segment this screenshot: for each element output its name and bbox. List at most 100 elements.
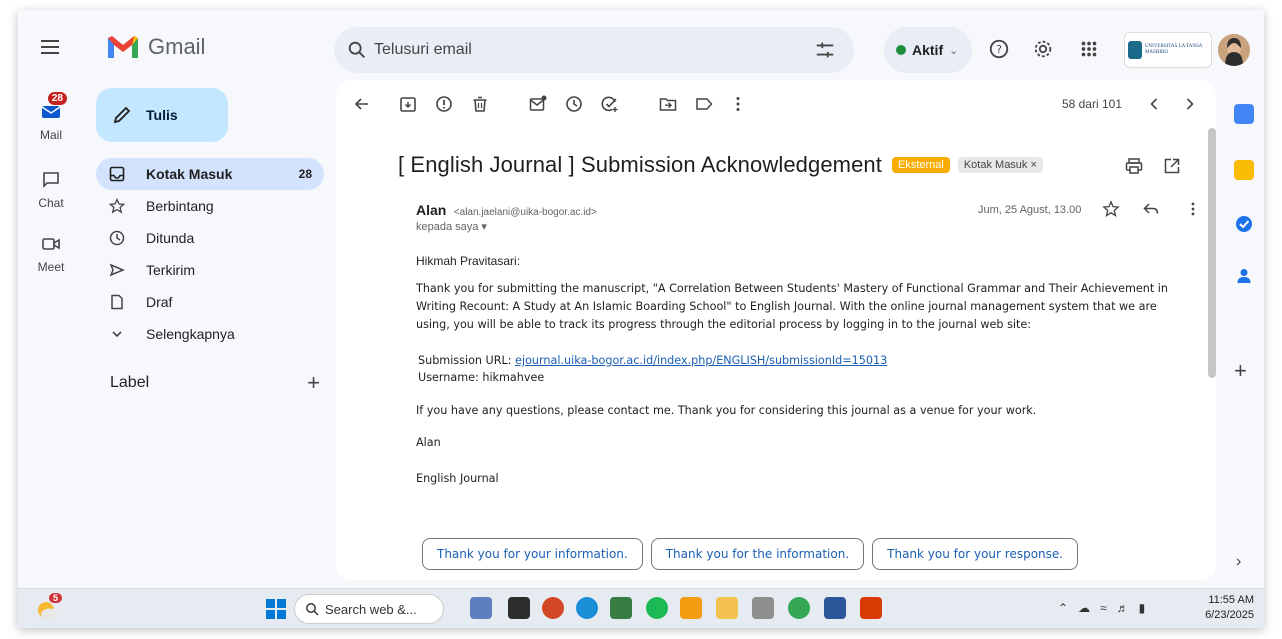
message-more-icon[interactable]: [1184, 200, 1202, 218]
sidebar-item-inbox[interactable]: Kotak Masuk 28: [96, 158, 324, 190]
email-paragraph: If you have any questions, please contac…: [416, 404, 1037, 417]
email-date: Jum, 25 Agust, 13.00: [978, 204, 1082, 216]
rail-chat[interactable]: Chat: [18, 166, 84, 210]
previous-message-icon[interactable]: [1144, 94, 1164, 114]
rail-meet[interactable]: Meet: [18, 230, 84, 274]
sidebar-item-label: Ditunda: [146, 230, 195, 246]
battery-icon[interactable]: ▮: [1139, 601, 1146, 615]
profile-avatar[interactable]: [1218, 34, 1250, 66]
sender-email: <alan.jaelani@uika-bogor.ac.id>: [453, 207, 597, 218]
chevron-up-icon[interactable]: ⌃: [1058, 601, 1068, 615]
next-message-icon[interactable]: [1180, 94, 1200, 114]
pdf-reader-icon[interactable]: [860, 597, 882, 619]
sidebar-item-starred[interactable]: Berbintang: [96, 190, 324, 222]
sidebar-item-label: Kotak Masuk: [146, 166, 233, 182]
outlook-icon[interactable]: [680, 597, 702, 619]
taskbar-search[interactable]: Search web &...: [294, 594, 444, 624]
apps-grid-icon[interactable]: [1078, 38, 1100, 60]
edge-browser-icon[interactable]: [576, 597, 598, 619]
add-label-button[interactable]: +: [307, 370, 320, 396]
volume-icon[interactable]: ♬: [1117, 601, 1129, 615]
submission-url-label: Submission URL:: [418, 354, 512, 367]
mail-icon-wrap: 28: [33, 92, 69, 126]
sidebar-item-sent[interactable]: Terkirim: [96, 254, 324, 286]
more-options-icon[interactable]: [728, 94, 748, 114]
clock-icon: [108, 229, 126, 247]
rail-chat-label: Chat: [38, 196, 64, 210]
rail-mail-label: Mail: [39, 128, 62, 142]
submission-details: Submission URL: ejournal.uika-bogor.ac.i…: [416, 352, 887, 386]
system-tray: ⌃ ☁ ≈ ♬ ▮: [1058, 601, 1145, 615]
add-addon-icon[interactable]: +: [1234, 358, 1247, 384]
rail-meet-label: Meet: [37, 260, 65, 274]
word-icon[interactable]: [824, 597, 846, 619]
main-menu-icon[interactable]: [38, 36, 62, 60]
search-icon[interactable]: [346, 39, 368, 61]
smart-reply-button[interactable]: Thank you for the information.: [650, 538, 865, 570]
search-options-icon[interactable]: [814, 39, 836, 61]
top-bar: Gmail Aktif ⌄ ? UNIVERSITAS LA TANSA MAS…: [18, 10, 1264, 88]
print-icon[interactable]: [1124, 156, 1144, 176]
windows-start-icon[interactable]: [266, 599, 286, 619]
snooze-clock-icon[interactable]: [564, 94, 584, 114]
open-new-window-icon[interactable]: [1162, 156, 1182, 176]
compose-label: Tulis: [146, 107, 178, 123]
email-subject: [ English Journal ] Submission Acknowled…: [398, 152, 882, 177]
contacts-icon[interactable]: [1234, 266, 1254, 286]
cloud-icon[interactable]: ☁: [1078, 601, 1090, 615]
gmail-logo[interactable]: Gmail: [106, 34, 205, 60]
star-icon[interactable]: [1102, 200, 1120, 218]
keep-notes-icon[interactable]: [1234, 160, 1254, 180]
wifi-icon[interactable]: ≈: [1100, 601, 1107, 615]
calendar-icon[interactable]: [1234, 104, 1254, 124]
sidebar-item-snoozed[interactable]: Ditunda: [96, 222, 324, 254]
tasks-icon[interactable]: [1234, 214, 1254, 234]
add-task-icon[interactable]: [600, 94, 620, 114]
snipping-tool-icon[interactable]: [752, 597, 774, 619]
store-icon[interactable]: [610, 597, 632, 619]
inbox-label-chip[interactable]: Kotak Masuk ×: [957, 157, 1043, 173]
sidebar-item-more[interactable]: Selengkapnya: [96, 318, 324, 350]
weather-widget[interactable]: 5: [34, 593, 63, 623]
sidebar-item-label: Draf: [146, 294, 173, 310]
os-taskbar: 5 Search web &... ⌃ ☁ ≈ ♬ ▮ 11:55 AM 6/2…: [18, 588, 1264, 628]
app-name: Gmail: [148, 34, 206, 59]
label-tag-icon[interactable]: [694, 94, 714, 114]
organization-logo[interactable]: UNIVERSITAS LA TANSA MASHIRO: [1124, 32, 1212, 68]
search-bar[interactable]: [334, 27, 854, 73]
spotify-icon[interactable]: [646, 597, 668, 619]
search-input[interactable]: [374, 37, 774, 63]
status-selector[interactable]: Aktif ⌄: [884, 27, 972, 73]
submission-url-link[interactable]: ejournal.uika-bogor.ac.id/index.php/ENGL…: [515, 354, 887, 367]
organization-emblem-icon: [1128, 41, 1142, 59]
archive-icon[interactable]: [398, 94, 418, 114]
expand-side-panel-icon[interactable]: ›: [1236, 553, 1241, 571]
move-to-folder-icon[interactable]: [658, 94, 678, 114]
rail-mail[interactable]: 28 Mail: [18, 92, 84, 142]
sidebar-item-drafts[interactable]: Draf: [96, 286, 324, 318]
compose-button[interactable]: Tulis: [96, 88, 228, 142]
smart-reply-button[interactable]: Thank you for your response.: [872, 538, 1079, 570]
organization-name: UNIVERSITAS LA TANSA MASHIRO: [1144, 44, 1203, 55]
recipient-details[interactable]: kepada saya ▾: [416, 220, 487, 233]
report-spam-icon[interactable]: [434, 94, 454, 114]
chat-icon: [43, 172, 59, 188]
chrome-browser-icon[interactable]: [788, 597, 810, 619]
sender-name[interactable]: Alan: [416, 202, 446, 218]
help-icon[interactable]: ?: [988, 38, 1010, 60]
message-scrollbar[interactable]: [1208, 128, 1216, 378]
trash-icon[interactable]: [470, 94, 490, 114]
file-explorer-icon[interactable]: [716, 597, 738, 619]
clock[interactable]: 11:55 AM 6/23/2025: [1205, 593, 1254, 623]
reply-icon[interactable]: [1142, 200, 1160, 218]
settings-gear-icon[interactable]: [1032, 38, 1054, 60]
mail-icon: [41, 106, 61, 118]
mark-unread-icon[interactable]: [528, 94, 548, 114]
copilot-icon[interactable]: [542, 597, 564, 619]
subject-row: [ English Journal ] Submission Acknowled…: [398, 152, 1043, 178]
back-arrow-icon[interactable]: [352, 94, 372, 114]
task-view-icon[interactable]: [508, 597, 530, 619]
sidebar-item-label: Berbintang: [146, 198, 214, 214]
smart-reply-button[interactable]: Thank you for your information.: [422, 538, 643, 570]
landscape-app-icon[interactable]: [470, 597, 492, 619]
